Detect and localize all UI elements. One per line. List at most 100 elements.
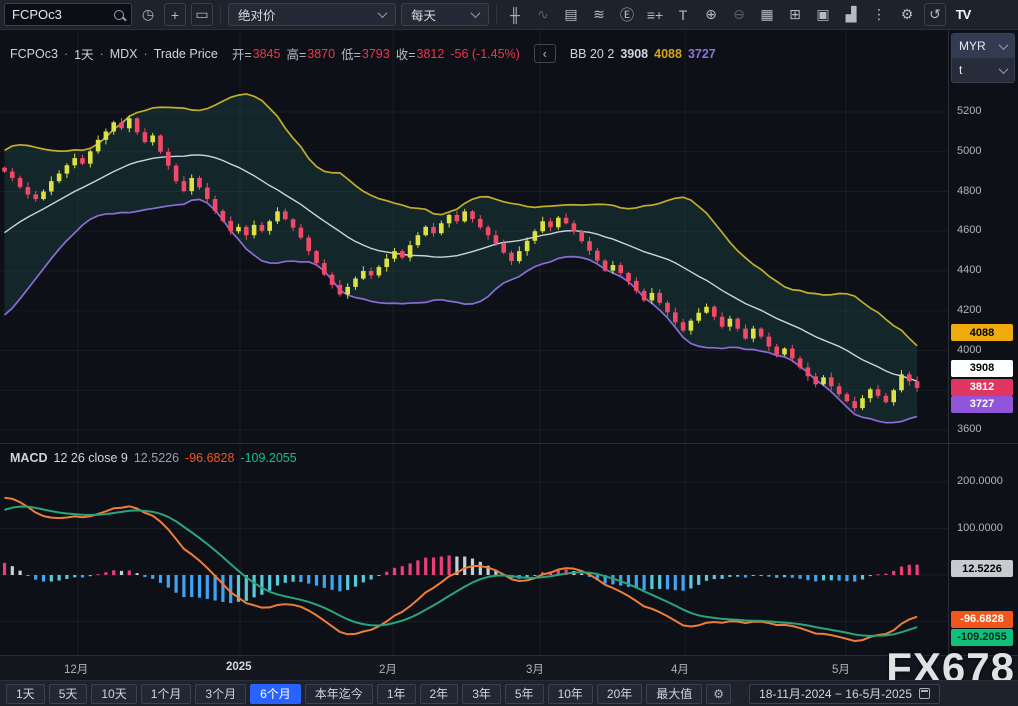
time-label-3月: 3月	[526, 661, 544, 677]
symbol-search-box[interactable]: FCPOc3	[4, 3, 132, 26]
time-axis[interactable]: 12月 2025 2月 3月 4月 5月	[0, 655, 1018, 680]
range-buttons: 1天5天10天1个月3个月6个月本年迄今1年2年3年5年10年20年最大值	[6, 684, 702, 704]
range-button-本年迄今[interactable]: 本年迄今	[305, 684, 373, 704]
range-button-5年[interactable]: 5年	[505, 684, 544, 704]
range-button-最大值[interactable]: 最大值	[646, 684, 702, 704]
more-icon[interactable]: ⋮	[868, 3, 890, 26]
interval-label: 每天	[411, 5, 436, 24]
price-tick-4000: 4000	[957, 344, 981, 356]
time-label-4月: 4月	[671, 661, 689, 677]
price-tick-4400: 4400	[957, 264, 981, 276]
calendar-icon	[919, 688, 930, 699]
main-price-pane[interactable]	[0, 30, 948, 443]
legend-collapse-button[interactable]: ‹	[534, 44, 556, 63]
chevron-down-icon	[999, 64, 1009, 74]
chart-tools: ╫ ∿ ▤ ≋ Ⓔ ≡+ T ⊕ ⊖ ▦ ⊞ ▣ ▟ ⋮ ⚙ ↺ TV	[504, 3, 974, 26]
range-button-1年[interactable]: 1年	[377, 684, 416, 704]
search-icon	[114, 10, 124, 20]
legend-sep: ·	[144, 47, 148, 61]
macd-badge--96.6828: -96.6828	[951, 611, 1013, 628]
undo-icon[interactable]: ↺	[924, 3, 946, 26]
bb-indicator-title[interactable]: BB 20 2	[570, 47, 614, 61]
range-settings-button[interactable]: ⚙	[706, 684, 731, 704]
indicators-icon[interactable]: ≡+	[644, 3, 666, 26]
text-tool-icon[interactable]: T	[672, 3, 694, 26]
time-label-5月: 5月	[832, 661, 850, 677]
tv-logo-icon[interactable]: TV	[952, 3, 974, 26]
range-button-5天[interactable]: 5天	[49, 684, 88, 704]
toolbar-divider	[220, 5, 221, 25]
layout-icon[interactable]: ▤	[560, 3, 582, 26]
range-button-10年[interactable]: 10年	[548, 684, 593, 704]
bb-lower-value: 3727	[688, 47, 716, 61]
price-tick-5200: 5200	[957, 105, 981, 117]
price-tick-4200: 4200	[957, 304, 981, 316]
close-label: 收=	[396, 44, 416, 63]
legend-interval[interactable]: 1天	[74, 44, 93, 63]
table-icon[interactable]: ▦	[756, 3, 778, 26]
compare-icon[interactable]: ∿	[532, 3, 554, 26]
price-type-label: 绝对价	[238, 5, 276, 24]
time-label-12月: 12月	[64, 661, 88, 677]
macd-badge-12.5226: 12.5226	[951, 560, 1013, 577]
folder-icon[interactable]: ▭	[191, 3, 213, 26]
high-value: 3870	[307, 47, 335, 61]
legend-exchange: MDX	[110, 47, 138, 61]
clock-icon[interactable]: ◷	[137, 3, 159, 26]
change-value: -56 (-1.45%)	[450, 47, 519, 61]
price-type-dropdown[interactable]: 绝对价	[228, 3, 396, 26]
range-button-1天[interactable]: 1天	[6, 684, 45, 704]
price-tick-3600: 3600	[957, 423, 981, 435]
chevron-down-icon	[471, 8, 481, 18]
e-circle-icon[interactable]: Ⓔ	[616, 3, 638, 26]
unit-label: t	[959, 63, 962, 77]
range-button-1个月[interactable]: 1个月	[141, 684, 192, 704]
price-badge-4088: 4088	[951, 324, 1013, 341]
macd-legend: MACD 12 26 close 9 12.5226 -96.6828 -109…	[10, 451, 297, 465]
open-label: 开=	[232, 44, 252, 63]
chevron-down-icon	[378, 8, 388, 18]
macd-line-value: -96.6828	[185, 451, 234, 465]
macd-pane[interactable]	[0, 444, 948, 655]
close-value: 3812	[417, 47, 445, 61]
candlestick-icon[interactable]: ╫	[504, 3, 526, 26]
stats-icon[interactable]: ▟	[840, 3, 862, 26]
time-label-2月: 2月	[379, 661, 397, 677]
waves-icon[interactable]: ≋	[588, 3, 610, 26]
currency-dropdown[interactable]: MYR	[952, 34, 1014, 58]
main-legend: FCPOc3 · 1天 · MDX · Trade Price 开=3845 高…	[10, 44, 716, 63]
symbol-tools: ◷+▭	[137, 3, 213, 26]
interval-dropdown[interactable]: 每天	[401, 3, 489, 26]
bb-basis-value: 3908	[620, 47, 648, 61]
time-label-2025: 2025	[226, 661, 252, 673]
add-symbol-icon[interactable]: +	[164, 3, 186, 26]
range-button-10天[interactable]: 10天	[91, 684, 136, 704]
date-range-button[interactable]: 18-11月-2024 − 16-5月-2025	[749, 684, 940, 704]
range-button-6个月[interactable]: 6个月	[250, 684, 301, 704]
object-tree-icon[interactable]: ▣	[812, 3, 834, 26]
range-button-20年[interactable]: 20年	[597, 684, 642, 704]
price-axis[interactable]: MYR t 5200500048004600440042004000380036…	[948, 30, 1018, 655]
legend-symbol[interactable]: FCPOc3	[10, 47, 58, 61]
settings-icon[interactable]: ⚙	[896, 3, 918, 26]
range-button-3年[interactable]: 3年	[462, 684, 501, 704]
toolbar-divider	[496, 5, 497, 25]
price-badge-3812: 3812	[951, 379, 1013, 396]
pane-divider[interactable]	[0, 443, 1018, 444]
price-tick-5000: 5000	[957, 145, 981, 157]
high-label: 高=	[286, 44, 306, 63]
chevron-down-icon	[999, 40, 1009, 50]
screenshot-icon[interactable]: ⊞	[784, 3, 806, 26]
zoom-in-icon[interactable]: ⊕	[700, 3, 722, 26]
legend-sep: ·	[100, 47, 104, 61]
macd-title[interactable]: MACD	[10, 451, 48, 465]
macd-params: 12 26 close 9	[54, 451, 128, 465]
zoom-out-icon[interactable]: ⊖	[728, 3, 750, 26]
macd-hist-value: 12.5226	[134, 451, 179, 465]
symbol-name: FCPOc3	[12, 7, 62, 22]
macd-tick-200: 200.0000	[957, 475, 1003, 487]
chevron-left-icon: ‹	[543, 46, 547, 61]
range-button-3个月[interactable]: 3个月	[195, 684, 246, 704]
unit-dropdown[interactable]: t	[952, 58, 1014, 82]
range-button-2年[interactable]: 2年	[420, 684, 459, 704]
